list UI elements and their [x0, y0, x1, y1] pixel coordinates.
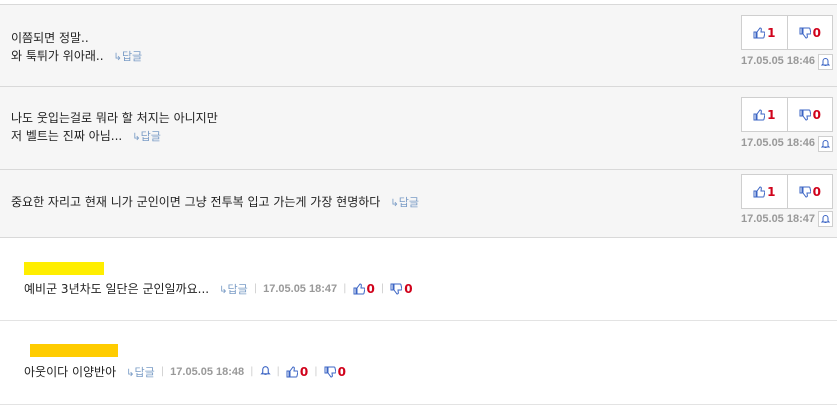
author-name-redacted — [30, 344, 118, 357]
divider: | — [276, 366, 280, 377]
downvote-count: 0 — [812, 107, 821, 122]
upvote-count: 0 — [366, 281, 375, 296]
reply-link[interactable]: ↳답글 — [114, 50, 143, 63]
upvote-button[interactable]: 1 — [742, 16, 788, 49]
thumbs-down-icon — [324, 366, 336, 378]
divider: | — [250, 366, 254, 377]
downvote-count: 0 — [404, 281, 413, 296]
reply-text: 예비군 3년차도 일단은 군인일까요... — [24, 282, 210, 296]
divider: | — [253, 283, 258, 294]
reply-line: 예비군 3년차도 일단은 군인일까요... ↳답글 | 17.05.05 18:… — [24, 280, 413, 297]
thumbs-down-icon — [799, 27, 811, 39]
reply-date: 17.05.05 18:47 — [263, 282, 338, 295]
comment-line: 저 벨트는 진짜 아님... ↳답글 — [11, 129, 161, 143]
downvote-count: 0 — [812, 25, 821, 40]
bell-icon — [821, 140, 830, 148]
report-button[interactable] — [259, 365, 271, 379]
reply-date: 17.05.05 18:48 — [170, 365, 245, 378]
reply-link[interactable]: ↳답글 — [126, 364, 155, 380]
author-name-redacted — [24, 262, 104, 275]
comment-line: 나도 웃입는걸로 뭐라 할 처지는 아니지만 — [11, 111, 218, 125]
reply-link[interactable]: ↳답글 — [132, 130, 161, 143]
comment-text: 나도 웃입는걸로 뭐라 할 처지는 아니지만 저 벨트는 진짜 아님... ↳답글 — [11, 109, 218, 147]
upvote-count: 0 — [299, 364, 309, 379]
upvote-button[interactable]: 1 — [742, 98, 788, 131]
report-button[interactable] — [818, 136, 833, 152]
reply: 아웃이다 이양반아 ↳답글 | 17.05.05 18:48 | | 0 | 0 — [0, 321, 837, 405]
reply-arrow-icon: ↳ — [126, 367, 135, 379]
bell-icon — [821, 58, 830, 66]
downvote-count: 0 — [337, 364, 347, 379]
downvote-button[interactable]: 0 — [788, 98, 833, 131]
thumbs-up-icon — [753, 185, 766, 197]
reply-arrow-icon: ↳ — [390, 198, 399, 209]
bell-icon — [821, 215, 830, 223]
report-button[interactable] — [818, 211, 833, 227]
divider: | — [160, 366, 165, 377]
divider: | — [380, 283, 385, 294]
reply-line: 아웃이다 이양반아 ↳답글 | 17.05.05 18:48 | | 0 | 0 — [24, 363, 346, 380]
comment-date: 17.05.05 18:46 — [740, 137, 815, 149]
downvote-count: 0 — [812, 184, 821, 199]
upvote-count: 1 — [767, 25, 776, 40]
reply: 예비군 3년차도 일단은 군인일까요... ↳답글 | 17.05.05 18:… — [0, 238, 837, 321]
comment-text: 이쯤되면 정말.. 와 툭튀가 위아래.. ↳답글 — [11, 29, 142, 67]
comment: 중요한 자리고 현재 니가 군인이면 그냥 전투복 입고 가는게 가장 현명하다… — [0, 170, 837, 238]
vote-box: 1 0 — [741, 15, 833, 50]
downvote-button[interactable]: 0 — [324, 365, 346, 379]
upvote-button[interactable]: 1 — [742, 175, 788, 208]
comment-line: 중요한 자리고 현재 니가 군인이면 그냥 전투복 입고 가는게 가장 현명하다… — [11, 195, 419, 209]
thumbs-up-icon — [753, 108, 766, 120]
comment-date: 17.05.05 18:47 — [740, 213, 815, 225]
downvote-button[interactable]: 0 — [788, 16, 833, 49]
reply-link[interactable]: ↳답글 — [219, 281, 248, 297]
report-button[interactable] — [818, 54, 833, 70]
upvote-count: 1 — [767, 107, 776, 122]
upvote-button[interactable]: 0 — [286, 365, 308, 379]
comment-line: 와 툭튀가 위아래.. ↳답글 — [11, 49, 143, 63]
downvote-button[interactable]: 0 — [390, 281, 413, 296]
bell-icon — [259, 365, 271, 375]
thumbs-up-icon — [353, 282, 365, 294]
downvote-button[interactable]: 0 — [788, 175, 833, 208]
comment-date: 17.05.05 18:46 — [740, 55, 815, 67]
thumbs-down-icon — [799, 109, 811, 121]
upvote-button[interactable]: 0 — [353, 282, 375, 296]
reply-text: 아웃이다 이양반아 — [24, 365, 117, 379]
reply-link[interactable]: ↳답글 — [390, 196, 419, 209]
comment-line: 이쯤되면 정말.. — [11, 31, 89, 45]
vote-box: 1 0 — [741, 174, 833, 209]
comment-text: 중요한 자리고 현재 니가 군인이면 그냥 전투복 입고 가는게 가장 현명하다… — [11, 193, 419, 213]
upvote-count: 1 — [767, 184, 776, 199]
comment: 이쯤되면 정말.. 와 툭튀가 위아래.. ↳답글 1 0 17.05.05 18… — [0, 4, 837, 87]
reply-arrow-icon: ↳ — [132, 132, 141, 143]
divider: | — [343, 283, 347, 294]
divider: | — [314, 366, 318, 377]
thumbs-up-icon — [286, 365, 298, 377]
vote-box: 1 0 — [741, 97, 833, 132]
reply-arrow-icon: ↳ — [113, 52, 122, 63]
thumbs-down-icon — [799, 186, 811, 198]
thumbs-up-icon — [753, 26, 766, 38]
comment: 나도 웃입는걸로 뭐라 할 처지는 아니지만 저 벨트는 진짜 아님... ↳답글… — [0, 87, 837, 170]
thumbs-down-icon — [390, 283, 403, 295]
